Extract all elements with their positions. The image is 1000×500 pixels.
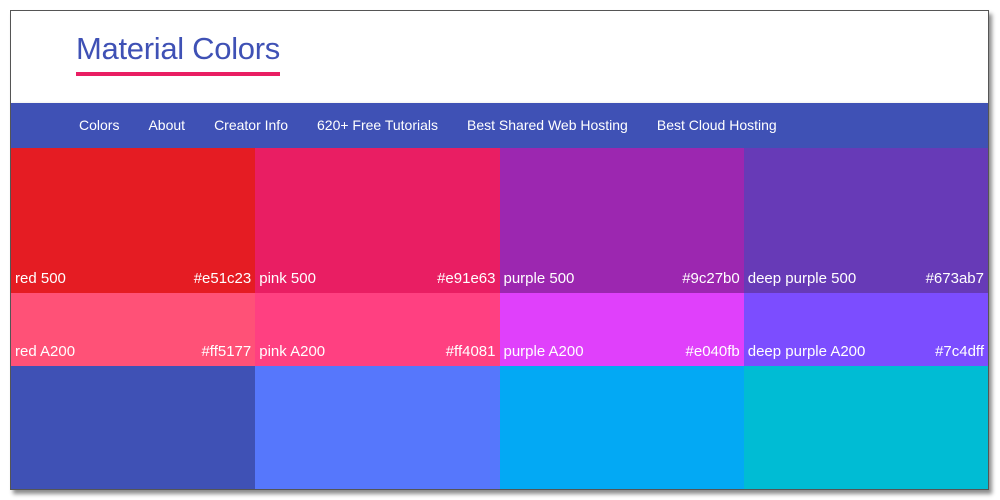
swatch-cyan[interactable] <box>743 366 988 489</box>
site-header: Material Colors <box>11 11 988 103</box>
nav-item-shared-hosting[interactable]: Best Shared Web Hosting <box>467 103 628 148</box>
swatch-purple-a200[interactable]: purple A200 #e040fb <box>499 293 744 366</box>
swatch-pink-a200[interactable]: pink A200 #ff4081 <box>255 293 500 366</box>
swatch-name: red A200 <box>15 343 76 360</box>
color-swatch-grid: red 500 #e51c23 pink 500 #e91e63 purple … <box>11 148 988 489</box>
swatch-deep-purple-a200[interactable]: deep purple A200 #7c4dff <box>743 293 988 366</box>
swatch-name: red 500 <box>15 270 66 287</box>
nav-item-cloud-hosting[interactable]: Best Cloud Hosting <box>657 103 777 148</box>
swatch-name: purple A200 <box>503 343 584 360</box>
swatch-hex: #9c27b0 <box>682 270 740 287</box>
swatch-deep-purple-500[interactable]: deep purple 500 #673ab7 <box>743 148 988 293</box>
swatch-name: deep purple 500 <box>747 270 857 287</box>
swatch-hex: #673ab7 <box>925 270 984 287</box>
swatch-hex: #ff4081 <box>445 343 496 360</box>
site-title-link[interactable]: Material Colors <box>76 31 280 76</box>
swatch-name: deep purple A200 <box>747 343 866 360</box>
browser-frame: Material Colors Colors About Creator Inf… <box>10 10 989 490</box>
swatch-red-a200[interactable]: red A200 #ff5177 <box>11 293 256 366</box>
swatch-hex: #e51c23 <box>193 270 252 287</box>
swatch-purple-500[interactable]: purple 500 #9c27b0 <box>499 148 744 293</box>
swatch-pink-500[interactable]: pink 500 #e91e63 <box>255 148 500 293</box>
nav-menu: Colors About Creator Info 620+ Free Tuto… <box>11 103 988 148</box>
nav-item-creator-info[interactable]: Creator Info <box>214 103 288 148</box>
swatch-blue[interactable] <box>255 366 500 489</box>
swatch-name: pink 500 <box>259 270 316 287</box>
swatch-light-blue[interactable] <box>499 366 744 489</box>
nav-item-colors[interactable]: Colors <box>79 103 119 148</box>
nav-item-about[interactable]: About <box>148 103 185 148</box>
swatch-hex: #ff5177 <box>201 343 252 360</box>
swatch-red-500[interactable]: red 500 #e51c23 <box>11 148 256 293</box>
swatch-indigo[interactable] <box>11 366 256 489</box>
swatch-name: purple 500 <box>503 270 575 287</box>
main-navbar: Colors About Creator Info 620+ Free Tuto… <box>11 103 988 148</box>
nav-item-free-tutorials[interactable]: 620+ Free Tutorials <box>317 103 438 148</box>
swatch-name: pink A200 <box>259 343 326 360</box>
swatch-hex: #e91e63 <box>437 270 496 287</box>
swatch-hex: #e040fb <box>685 343 740 360</box>
swatch-hex: #7c4dff <box>935 343 984 360</box>
